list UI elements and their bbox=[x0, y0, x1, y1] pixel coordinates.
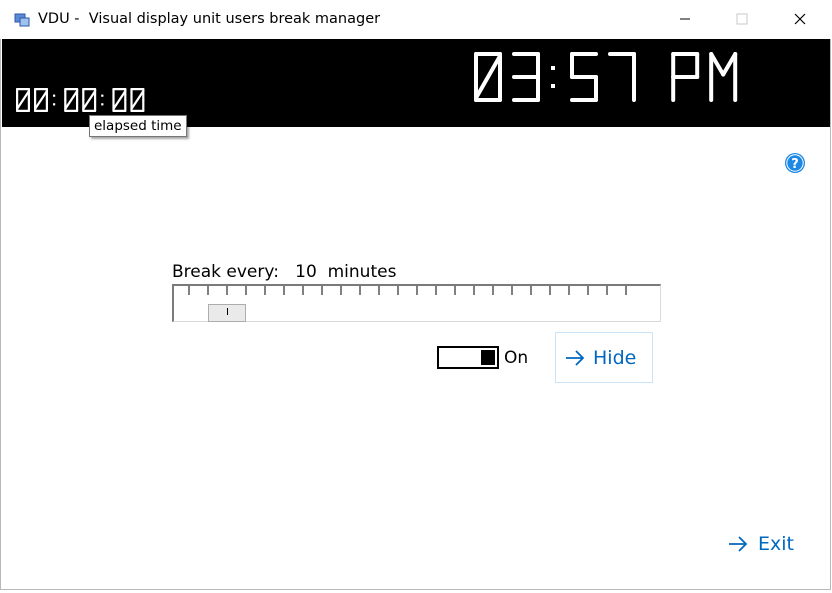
display-character bbox=[570, 52, 598, 102]
minimize-button[interactable] bbox=[656, 0, 714, 38]
clock-time-display bbox=[474, 52, 738, 102]
toggle-knob bbox=[481, 350, 495, 365]
window-title: VDU - Visual display unit users break ma… bbox=[38, 11, 381, 27]
hide-button[interactable]: Hide bbox=[555, 332, 653, 383]
display-character bbox=[512, 52, 540, 102]
maximize-icon bbox=[736, 13, 748, 25]
display-character bbox=[130, 88, 145, 112]
svg-text:?: ? bbox=[791, 157, 799, 172]
colon-dot bbox=[551, 66, 555, 70]
close-button[interactable] bbox=[771, 0, 829, 38]
break-interval-label: Break every: 10 minutes bbox=[172, 262, 396, 282]
exit-button[interactable]: Exit bbox=[728, 533, 794, 555]
exit-button-label: Exit bbox=[758, 533, 794, 555]
display-character bbox=[112, 88, 127, 112]
title-bar[interactable]: VDU - Visual display unit users break ma… bbox=[0, 0, 832, 39]
display-character bbox=[709, 52, 738, 102]
display-character bbox=[474, 52, 502, 102]
colon-dot bbox=[551, 84, 555, 88]
break-interval-value: 10 bbox=[295, 262, 317, 282]
clock-display bbox=[2, 39, 830, 127]
colon-dot bbox=[101, 103, 104, 106]
display-character bbox=[82, 88, 97, 112]
colon-dot bbox=[53, 94, 56, 97]
close-icon bbox=[794, 13, 806, 25]
maximize-button[interactable] bbox=[713, 0, 771, 38]
help-icon[interactable]: ? bbox=[784, 152, 806, 174]
display-character bbox=[15, 88, 30, 112]
break-label-text: Break every: bbox=[172, 262, 279, 282]
hide-button-label: Hide bbox=[593, 346, 637, 369]
minimize-icon bbox=[680, 18, 690, 20]
slider-ticks bbox=[188, 286, 627, 295]
colon-dot bbox=[53, 103, 56, 106]
display-character bbox=[64, 88, 79, 112]
display-character bbox=[608, 52, 636, 102]
break-interval-unit: minutes bbox=[327, 262, 397, 282]
elapsed-time-tooltip: elapsed time bbox=[89, 115, 187, 137]
arrow-right-icon bbox=[729, 536, 748, 552]
colon-dot bbox=[101, 94, 104, 97]
toggle-state-label: On bbox=[504, 348, 529, 368]
arrow-right-icon bbox=[566, 349, 585, 366]
elapsed-time-display bbox=[15, 88, 145, 112]
display-character bbox=[671, 52, 700, 102]
break-interval-slider[interactable] bbox=[172, 284, 661, 322]
break-toggle-switch[interactable] bbox=[437, 346, 499, 369]
app-icon bbox=[14, 13, 30, 27]
display-character bbox=[34, 88, 49, 112]
slider-thumb[interactable] bbox=[208, 304, 247, 322]
